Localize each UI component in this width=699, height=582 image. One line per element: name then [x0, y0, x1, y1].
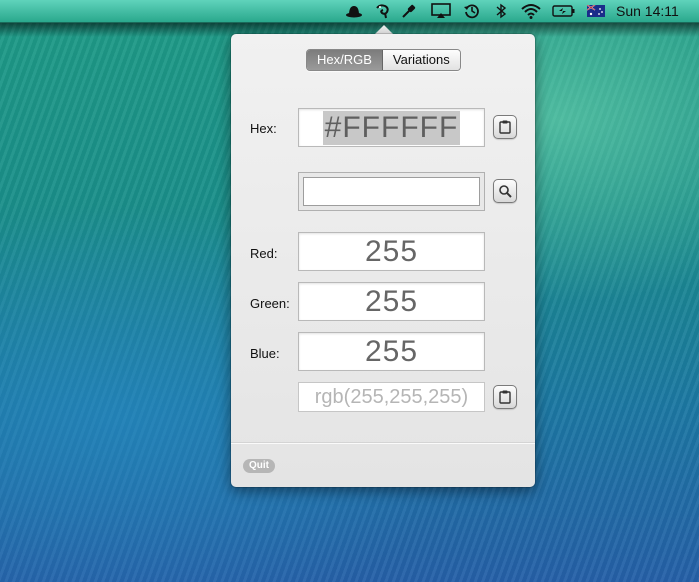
red-label: Red: [250, 246, 278, 261]
chameleon-icon[interactable] [373, 2, 393, 20]
search-well [298, 172, 485, 211]
menu-bar: Sun 14:11 [0, 0, 699, 23]
search-icon [499, 185, 512, 198]
footer-divider [231, 442, 535, 444]
time-machine-icon[interactable] [462, 2, 482, 20]
green-field[interactable]: 255 [298, 282, 485, 321]
dropper-icon[interactable] [399, 2, 419, 20]
search-button[interactable] [493, 179, 517, 203]
quit-button[interactable]: Quit [243, 459, 275, 473]
blue-field[interactable]: 255 [298, 332, 485, 371]
blue-label: Blue: [250, 346, 280, 361]
mode-segmented-control: Hex/RGB Variations [306, 49, 461, 71]
rgb-string-field[interactable]: rgb(255,255,255) [298, 382, 485, 412]
blue-value: 255 [364, 334, 419, 368]
menu-bar-clock[interactable]: Sun 14:11 [616, 3, 679, 19]
bluetooth-icon[interactable] [492, 2, 510, 20]
clipboard-icon [499, 120, 511, 134]
clipboard-icon [499, 390, 511, 404]
wifi-icon[interactable] [519, 2, 543, 20]
tab-variations[interactable]: Variations [382, 50, 460, 70]
red-value: 255 [364, 234, 419, 268]
airplay-icon[interactable] [430, 2, 452, 20]
green-value: 255 [364, 284, 419, 318]
green-label: Green: [250, 296, 290, 311]
search-input[interactable] [303, 177, 480, 206]
red-field[interactable]: 255 [298, 232, 485, 271]
copy-hex-button[interactable] [493, 115, 517, 139]
bowler-hat-icon[interactable] [344, 2, 364, 20]
color-picker-popover: Hex/RGB Variations Hex: #FFFFFF Red: 255… [231, 34, 535, 487]
flag-icon[interactable] [586, 2, 606, 20]
hex-field[interactable]: #FFFFFF [298, 108, 485, 147]
tab-hex-rgb[interactable]: Hex/RGB [307, 50, 383, 70]
battery-icon[interactable] [551, 2, 577, 20]
hex-value: #FFFFFF [322, 110, 461, 145]
copy-rgb-button[interactable] [493, 385, 517, 409]
hex-label: Hex: [250, 121, 277, 136]
